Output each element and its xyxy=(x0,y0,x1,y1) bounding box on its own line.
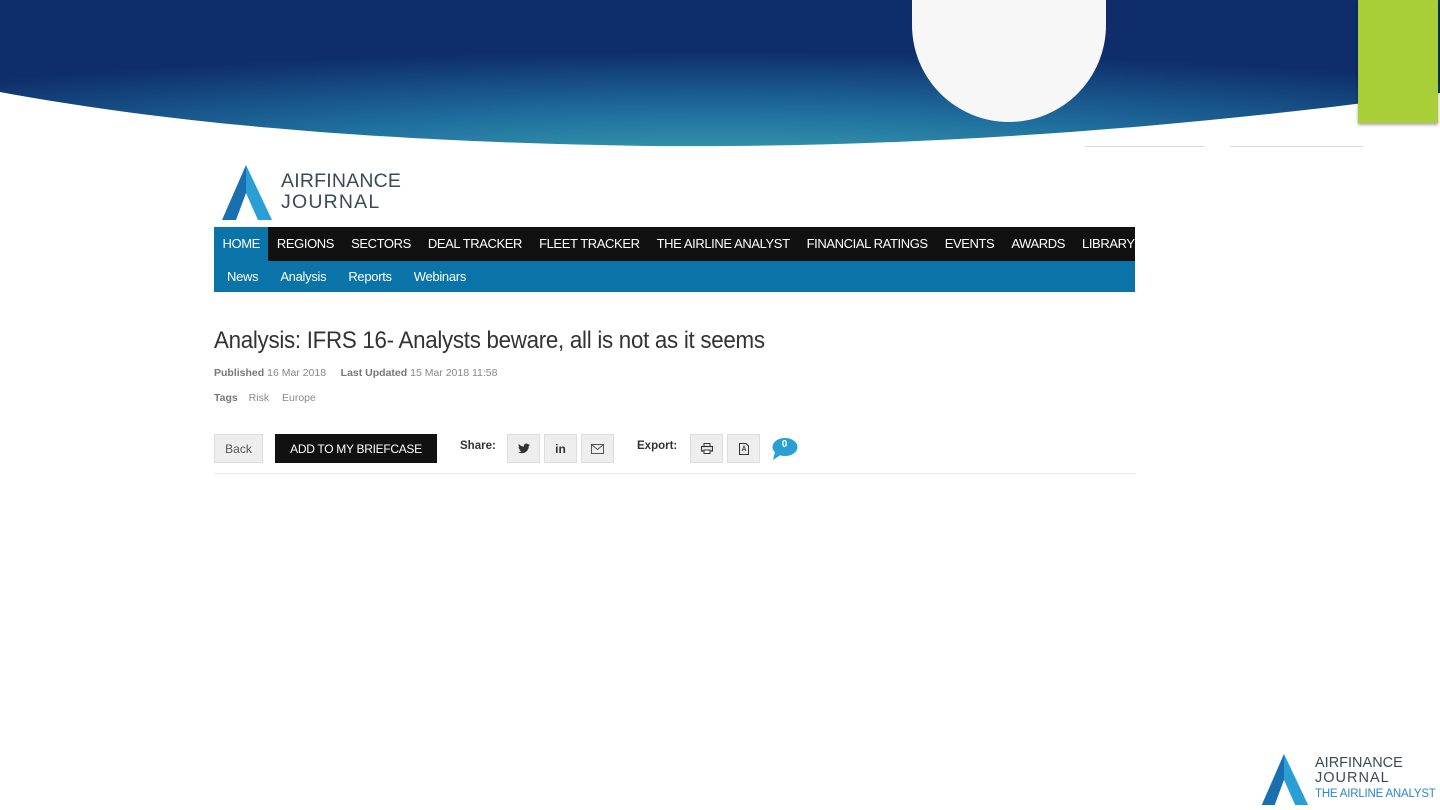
pdf-export-button[interactable] xyxy=(727,434,760,463)
tag-europe[interactable]: Europe xyxy=(282,392,316,404)
share-label: Share: xyxy=(460,440,496,452)
nav-item-airline-analyst[interactable]: THE AIRLINE ANALYST xyxy=(648,227,798,261)
published-date: 16 Mar 2018 xyxy=(267,367,327,379)
comment-count: 0 xyxy=(781,439,788,450)
linkedin-icon: in xyxy=(555,441,566,456)
nav-item-events[interactable]: EVENTS xyxy=(936,227,1003,261)
article-title: Analysis: IFRS 16- Analysts beware, all … xyxy=(214,327,765,354)
subnav-item-analysis[interactable]: Analysis xyxy=(271,261,339,292)
divider-line xyxy=(1230,146,1363,147)
logo-line1: AIRFINANCE xyxy=(281,170,402,192)
updated-label: Last Updated xyxy=(340,367,408,379)
twitter-icon xyxy=(517,443,530,454)
subnav-item-news[interactable]: News xyxy=(218,261,271,292)
back-button[interactable]: Back xyxy=(214,434,263,463)
nav-item-deal-tracker[interactable]: DEAL TRACKER xyxy=(419,227,530,261)
print-button[interactable] xyxy=(690,434,723,463)
divider-line xyxy=(1085,146,1205,147)
nav-item-regions[interactable]: REGIONS xyxy=(268,227,342,261)
nav-item-awards[interactable]: AWARDS xyxy=(1003,227,1074,261)
pdf-icon xyxy=(738,442,749,455)
logo-wordmark: AIRFINANCE JOURNAL xyxy=(281,171,401,213)
nav-item-sectors[interactable]: SECTORS xyxy=(343,227,420,261)
sub-navigation: News Analysis Reports Webinars xyxy=(214,261,1135,292)
footer-logo: AIRFINANCE JOURNAL THE AIRLINE ANALYST xyxy=(1258,752,1438,808)
print-icon xyxy=(700,443,713,454)
nav-item-home[interactable]: HOME xyxy=(214,227,269,261)
article-meta: Published 16 Mar 2018 Last Updated 15 Ma… xyxy=(214,367,497,379)
twitter-share-button[interactable] xyxy=(507,434,540,463)
email-share-button[interactable] xyxy=(581,434,614,463)
logo-line2: JOURNAL xyxy=(281,191,381,213)
logo-mark-icon xyxy=(1261,753,1309,805)
export-label: Export: xyxy=(637,440,678,452)
subnav-item-webinars[interactable]: Webinars xyxy=(405,261,479,292)
add-to-briefcase-button[interactable]: ADD TO MY BRIEFCASE xyxy=(275,434,437,463)
logo-mark-icon xyxy=(222,165,272,220)
tags-label: Tags xyxy=(214,392,238,404)
linkedin-share-button[interactable]: in xyxy=(544,434,577,463)
published-label: Published xyxy=(214,367,265,379)
main-navigation: HOME REGIONS SECTORS DEAL TRACKER FLEET … xyxy=(214,227,1135,261)
article-tags: Tags Risk Europe xyxy=(214,392,326,404)
footer-logo-line1: AIRFINANCE xyxy=(1315,755,1403,771)
footer-logo-line2: JOURNAL xyxy=(1315,770,1390,786)
updated-date: 15 Mar 2018 11:58 xyxy=(410,367,498,379)
comment-count-button[interactable]: 0 xyxy=(771,437,798,461)
site-logo[interactable]: AIRFINANCE JOURNAL xyxy=(218,163,418,223)
tag-risk[interactable]: Risk xyxy=(249,392,269,404)
email-icon xyxy=(591,443,604,454)
footer-logo-tagline: THE AIRLINE ANALYST xyxy=(1315,788,1436,800)
toolbar-divider xyxy=(214,473,1135,474)
footer-logo-wordmark: AIRFINANCE JOURNAL THE AIRLINE ANALYST xyxy=(1315,756,1436,802)
nav-item-financial-ratings[interactable]: FINANCIAL RATINGS xyxy=(798,227,936,261)
subnav-item-reports[interactable]: Reports xyxy=(339,261,404,292)
nav-item-library[interactable]: LIBRARY xyxy=(1074,227,1144,261)
nav-item-fleet-tracker[interactable]: FLEET TRACKER xyxy=(531,227,649,261)
header-banner xyxy=(0,0,1440,147)
accent-tab xyxy=(1358,0,1438,123)
